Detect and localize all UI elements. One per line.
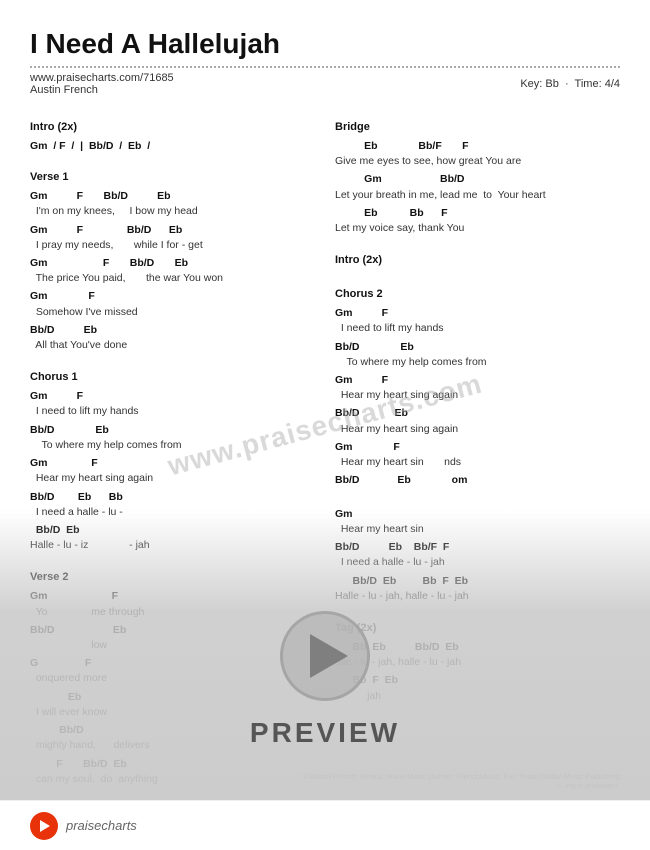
footer-logo — [30, 812, 58, 840]
ch2-l3: Hear my heart sing again — [335, 388, 620, 403]
v1-l2: I pray my needs, while I for - get — [30, 238, 315, 253]
meta-row: www.praisecharts.com/71685 Austin French… — [30, 72, 620, 96]
ch2-l5: Hear my heart sin nds — [335, 455, 620, 470]
song-artist: Austin French — [30, 84, 174, 96]
section-intro: Intro (2x) — [30, 120, 315, 136]
page: I Need A Hallelujah www.praisecharts.com… — [0, 0, 650, 850]
ch2-c6: Bb/D Eb om — [335, 473, 620, 488]
v1-c3: Gm F Bb/D Eb — [30, 256, 315, 271]
v1-l5: All that You've done — [30, 338, 315, 353]
intro-chord: Gm / F / | Bb/D / Eb / — [30, 139, 315, 154]
song-url: www.praisecharts.com/71685 — [30, 72, 174, 84]
section-bridge: Bridge — [335, 120, 620, 136]
v1-l3: The price You paid, the war You won — [30, 271, 315, 286]
section-verse1: Verse 1 — [30, 170, 315, 186]
br-c1: Eb Bb/F F — [335, 139, 620, 154]
br-c2: Gm Bb/D — [335, 172, 620, 187]
ch2-c1: Gm F — [335, 306, 620, 321]
section-intro2: Intro (2x) — [335, 253, 620, 269]
v1-l1: I'm on my knees, I bow my head — [30, 204, 315, 219]
br-l3: Let my voice say, thank You — [335, 221, 620, 236]
ch1-c1: Gm F — [30, 389, 315, 404]
ch2-l4: Hear my heart sing again — [335, 422, 620, 437]
v1-c4: Gm F — [30, 289, 315, 304]
ch2-c3: Gm F — [335, 373, 620, 388]
footer-brand: praisecharts — [66, 818, 137, 833]
ch1-l3: Hear my heart sing again — [30, 471, 315, 486]
ch1-c3: Gm F — [30, 456, 315, 471]
ch2-l6 — [335, 489, 620, 504]
ch2-c4: Bb/D Eb — [335, 406, 620, 421]
song-title: I Need A Hallelujah — [30, 28, 620, 60]
preview-label: PREVIEW — [250, 717, 400, 749]
ch2-l2: To where my help comes from — [335, 355, 620, 370]
br-l2: Let your breath in me, lead me to Your h… — [335, 188, 620, 203]
ch1-c2: Bb/D Eb — [30, 423, 315, 438]
play-icon — [310, 634, 348, 678]
v1-c2: Gm F Bb/D Eb — [30, 223, 315, 238]
song-key: Key: Bb — [520, 78, 559, 90]
song-time: Time: 4/4 — [575, 78, 620, 90]
play-button[interactable] — [280, 611, 370, 701]
v1-c1: Gm F Bb/D Eb — [30, 189, 315, 204]
v1-l4: Somehow I've missed — [30, 305, 315, 320]
play-logo-icon — [40, 820, 50, 832]
title-separator — [30, 66, 620, 68]
ch1-l2: To where my help comes from — [30, 438, 315, 453]
ch1-c4: Bb/D Eb Bb — [30, 490, 315, 505]
v1-c5: Bb/D Eb — [30, 323, 315, 338]
ch2-l1: I need to lift my hands — [335, 321, 620, 336]
ch1-l1: I need to lift my hands — [30, 404, 315, 419]
br-l1: Give me eyes to see, how great You are — [335, 154, 620, 169]
br-c3: Eb Bb F — [335, 206, 620, 221]
preview-overlay[interactable]: PREVIEW — [0, 510, 650, 850]
footer: praisecharts — [0, 800, 650, 850]
ch2-c2: Bb/D Eb — [335, 340, 620, 355]
meta-right: Key: Bb · Time: 4/4 — [520, 78, 620, 90]
meta-left: www.praisecharts.com/71685 Austin French — [30, 72, 174, 96]
section-chorus1: Chorus 1 — [30, 370, 315, 386]
section-chorus2: Chorus 2 — [335, 287, 620, 303]
ch2-c5: Gm F — [335, 440, 620, 455]
